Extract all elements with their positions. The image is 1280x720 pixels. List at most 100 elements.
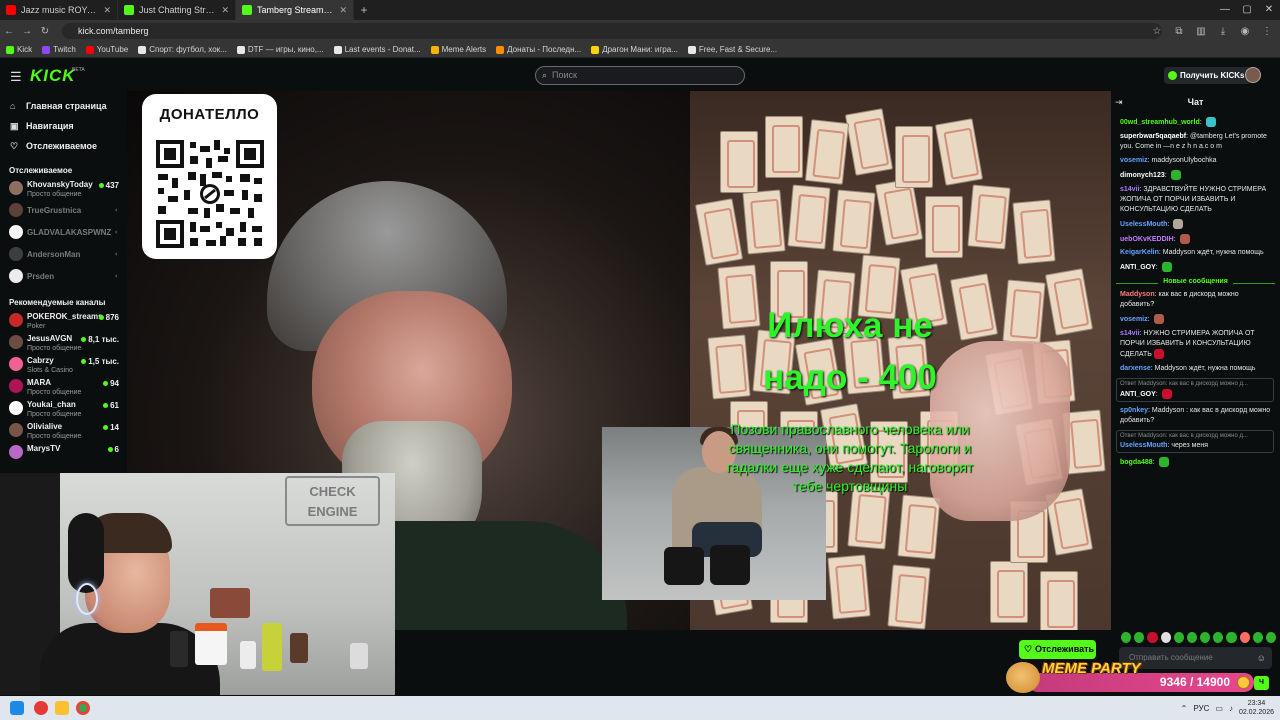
bookmark-item[interactable]: Драгон Мани: игра...	[591, 45, 678, 54]
bookmark-star-icon[interactable]: ☆	[1150, 26, 1164, 37]
kick-logo[interactable]: KICK	[30, 66, 76, 86]
sidebar-nav-item[interactable]: ♡ Отслеживаемое	[0, 136, 127, 156]
quick-emote-icon[interactable]	[1200, 632, 1211, 643]
volume-icon[interactable]: ♪	[1229, 704, 1233, 713]
reply-message: Ответ Maddyson: как вас в дискорд можно …	[1116, 429, 1274, 453]
tray-arrow-icon[interactable]: ⌃	[1181, 704, 1188, 713]
emote-icon	[1161, 262, 1172, 273]
emote-icon	[1205, 117, 1216, 127]
bookmark-item[interactable]: Kick	[6, 45, 32, 54]
chrome-icon[interactable]	[76, 701, 90, 715]
browser-toolbar-actions: ☆ ⧉ ▥ ⤓ ◉ ⋮	[1150, 20, 1274, 42]
sidebar-channel[interactable]: GLADVALAKASPWNZ ◐	[0, 222, 127, 244]
sidebar-channel[interactable]: Youkai_chan Просто общение 61	[0, 398, 127, 420]
chat-username[interactable]: bogda488	[1120, 459, 1153, 466]
sidebar-channel[interactable]: KhovanskyToday Просто общение 437	[0, 178, 127, 200]
browser-tab[interactable]: Just Chatting Streaming - Live ✕	[118, 0, 236, 20]
get-kicks-button[interactable]: Получить KICKs	[1164, 67, 1251, 84]
extensions-icon[interactable]: ⧉	[1172, 26, 1186, 37]
tab-close-icon[interactable]: ✕	[103, 5, 111, 16]
sidebar-channel[interactable]: AndersonMan ◐	[0, 244, 127, 266]
sidebar-channel[interactable]: MarysTV 6	[0, 442, 127, 464]
quick-emote-icon[interactable]	[1173, 632, 1184, 643]
chat-username[interactable]: ANTI_GOY	[1120, 391, 1156, 398]
browser-tab[interactable]: Jazz music ROYALTY FREE I ✕	[0, 0, 118, 20]
tarot-card	[844, 108, 894, 176]
emoji-picker-icon[interactable]: ☺	[1257, 647, 1266, 669]
maximize-icon[interactable]: ▢	[1236, 0, 1258, 20]
chat-username[interactable]: s14vii	[1120, 330, 1139, 337]
bookmark-item[interactable]: DTF — игры, кино,...	[236, 45, 324, 54]
chat-username[interactable]: uebOKvKEDDIH	[1120, 235, 1174, 242]
sidebar-channel[interactable]: Prsden ◐	[0, 266, 127, 288]
chat-username[interactable]: dimonych123	[1120, 172, 1165, 179]
chat-username[interactable]: 00wd_streamhub_world	[1120, 119, 1200, 126]
chat-username[interactable]: darxense	[1120, 365, 1151, 372]
file-explorer-icon[interactable]	[55, 701, 69, 715]
quick-emote-icon[interactable]	[1226, 632, 1237, 643]
quick-emote-icon[interactable]	[1147, 632, 1158, 643]
chat-username[interactable]: sp0nkey	[1120, 407, 1148, 414]
tab-close-icon[interactable]: ✕	[221, 5, 229, 16]
chat-username[interactable]: s14vii	[1120, 186, 1139, 193]
browser-menu-icon[interactable]: ⋮	[1260, 26, 1274, 37]
bookmark-item[interactable]: Free, Fast & Secure...	[687, 45, 777, 54]
follow-button[interactable]: ♡ Отслеживать	[1019, 640, 1096, 659]
language-indicator[interactable]: РУС	[1193, 704, 1209, 713]
quick-emote-icon[interactable]	[1265, 632, 1277, 643]
chat-username[interactable]: superbwar5qaqaebf	[1120, 133, 1186, 140]
heart-icon: ♡	[1024, 644, 1033, 654]
bookmark-item[interactable]: Спорт: футбол, хок...	[138, 45, 227, 54]
chat-username[interactable]: KeigarKelin	[1120, 249, 1159, 256]
sidebar-nav-item[interactable]: ▣ Навигация	[0, 116, 127, 136]
quick-emote-icon[interactable]	[1239, 632, 1250, 643]
chat-username[interactable]: vosemiz	[1120, 316, 1148, 323]
yandex-browser-icon[interactable]	[34, 701, 48, 715]
sidebar-channel[interactable]: Cabrzy Slots & Casino 1,5 тыс.	[0, 354, 127, 376]
bookmark-item[interactable]: Twitch	[42, 45, 76, 54]
live-dot-icon	[107, 447, 113, 453]
minimize-icon[interactable]: —	[1214, 0, 1236, 20]
windows-start-icon[interactable]	[10, 701, 24, 715]
quick-emote-icon[interactable]	[1252, 632, 1263, 643]
back-icon[interactable]: ←	[0, 26, 18, 37]
channel-points-widget[interactable]: 9346 / 14900 MEME PARTY	[1006, 660, 1254, 693]
bookmark-item[interactable]: Last events - Donat...	[333, 45, 421, 54]
sidebar-channel[interactable]: Olivialive Просто общение 14	[0, 420, 127, 442]
download-icon[interactable]: ⤓	[1216, 26, 1230, 37]
chat-username[interactable]: vosemiz	[1120, 157, 1148, 164]
close-window-icon[interactable]: ✕	[1258, 0, 1280, 20]
quick-emote-icon[interactable]	[1186, 632, 1198, 643]
user-avatar[interactable]	[1245, 67, 1261, 83]
sidebar-panel-icon[interactable]: ▥	[1194, 26, 1208, 37]
tab-close-icon[interactable]: ✕	[339, 5, 347, 16]
sidebar-channel[interactable]: JesusAVGN Просто общение 8,1 тыс.	[0, 332, 127, 354]
profile-icon[interactable]: ◉	[1238, 26, 1252, 37]
reload-icon[interactable]: ↻	[36, 26, 54, 37]
forward-icon[interactable]: →	[18, 26, 36, 37]
sidebar-channel[interactable]: POKEROK_streams Poker 876	[0, 310, 127, 332]
quick-emote-icon[interactable]	[1160, 632, 1171, 643]
chat-send-button[interactable]: Ч	[1254, 676, 1269, 690]
chat-username[interactable]: ANTI_GOY	[1120, 264, 1156, 271]
clock[interactable]: 23:34 02.02.2026	[1239, 699, 1274, 717]
quick-emote-icon[interactable]	[1134, 632, 1145, 643]
bookmark-item[interactable]: YouTube	[85, 45, 128, 54]
chat-username[interactable]: Maddyson	[1120, 291, 1155, 298]
browser-tab[interactable]: Tamberg Stream - Watch Li ✕	[236, 0, 354, 20]
sidebar-channel[interactable]: MARA Просто общение 94	[0, 376, 127, 398]
quick-emote-icon[interactable]	[1121, 632, 1132, 643]
sidebar-nav-item[interactable]: ⌂ Главная страница	[0, 96, 127, 116]
sidebar-channel[interactable]: TrueGrustnica ◐	[0, 200, 127, 222]
menu-icon[interactable]: ☰	[10, 69, 22, 85]
url-field[interactable]: kick.com/tamberg	[62, 23, 1162, 39]
bookmark-item[interactable]: Meme Alerts	[430, 45, 486, 54]
new-tab-button[interactable]: +	[354, 3, 374, 17]
chat-username[interactable]: UselessMouth	[1120, 442, 1167, 449]
chat-username[interactable]: UselessMouth	[1120, 221, 1167, 228]
bookmark-item[interactable]: Донаты - Последн...	[496, 45, 581, 54]
quick-emote-icon[interactable]	[1213, 632, 1224, 643]
search-input[interactable]: ⌕ Поиск	[535, 66, 745, 85]
network-icon[interactable]: ▭	[1215, 704, 1223, 713]
chat-colon: :	[1164, 171, 1169, 179]
